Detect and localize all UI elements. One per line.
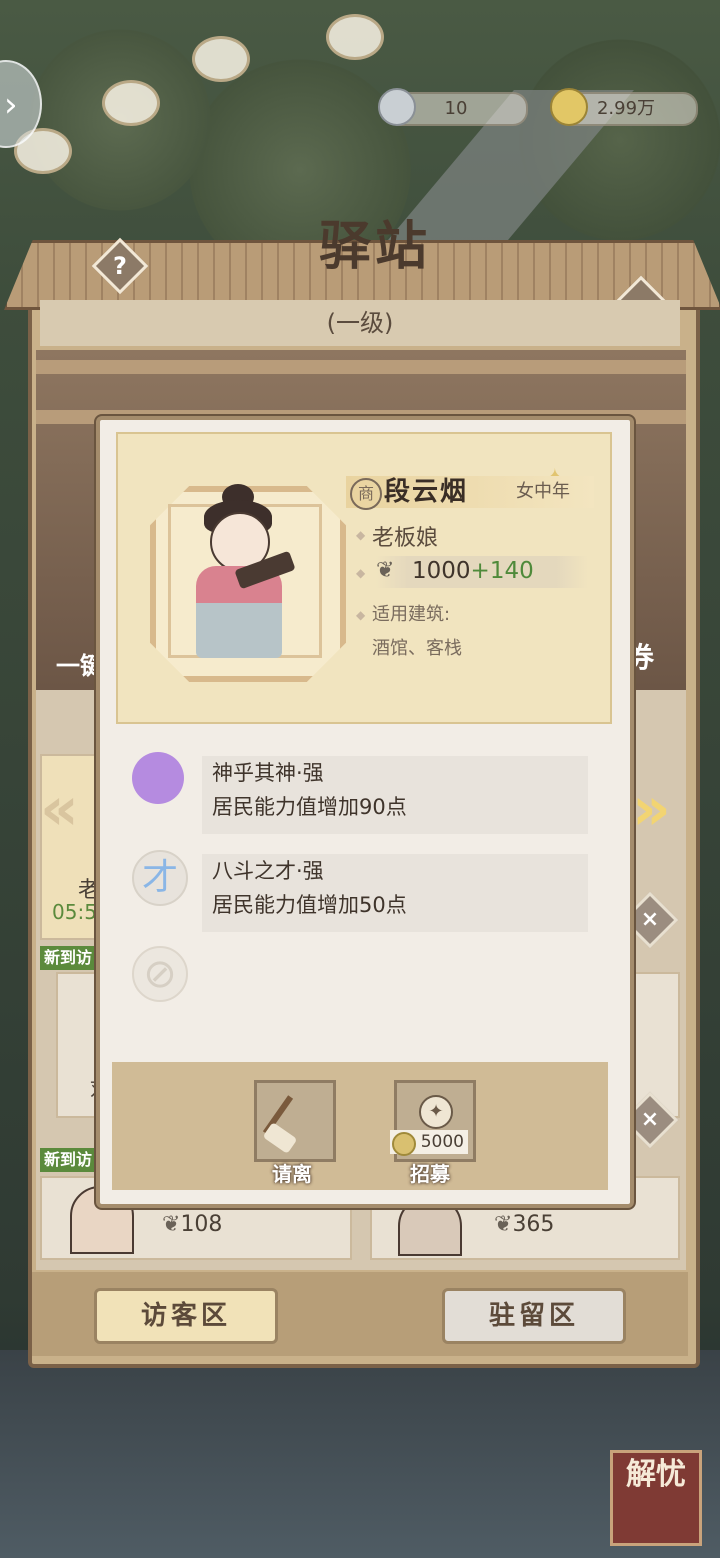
tab-stay[interactable]: 驻留区 (442, 1288, 626, 1344)
visitor-stat: ❦108 (162, 1212, 223, 1237)
silver-value: 10 (444, 98, 468, 119)
new-visitor-tag: 新到访 (40, 1148, 97, 1172)
coin-value: 2.99万 (596, 98, 656, 119)
talent-icon: 才 (132, 850, 188, 906)
skill-desc: 居民能力值增加50点 (212, 893, 407, 917)
character-name: 段云烟 (384, 477, 469, 507)
food-bubble-icon[interactable] (326, 14, 384, 60)
bullet-icon: ◆ (356, 566, 366, 580)
action-area (112, 1062, 608, 1190)
food-bubble-icon[interactable] (102, 80, 160, 126)
ability-bonus: +140 (470, 558, 534, 584)
building-value: 酒馆、客栈 (372, 638, 462, 659)
card-timer: 05:5 (52, 900, 97, 924)
coin-icon (392, 1132, 416, 1156)
heart-icon: ❦ (162, 1212, 181, 1237)
dismiss-label[interactable]: 请离 (242, 1158, 342, 1187)
tab-visitor[interactable]: 访客区 (94, 1288, 278, 1344)
dismiss-button[interactable] (254, 1080, 336, 1162)
empty-slot-icon: ⊘ (132, 946, 188, 1002)
copper-coin-icon (550, 88, 588, 126)
corner-solve-button[interactable]: 解忧 (610, 1450, 702, 1546)
bullet-icon: ◆ (356, 528, 366, 542)
skill-desc: 居民能力值增加90点 (212, 795, 407, 819)
new-visitor-tag: 新到访 (40, 946, 97, 970)
merchant-badge-icon: 商 (350, 478, 382, 510)
ability-value: 1000+140 (412, 556, 534, 586)
silver-ingot-icon (378, 88, 416, 126)
ability-heart-icon: ❦ (376, 558, 395, 583)
chevron-left-icon[interactable]: « (40, 774, 79, 844)
question-icon: ? (113, 252, 127, 280)
buddha-icon (132, 752, 184, 804)
skill-title: 八斗之才·强 (212, 859, 324, 883)
building-label: 适用建筑: (372, 604, 451, 625)
ability-base: 1000 (412, 558, 471, 584)
visitor-stat: ❦365 (494, 1212, 555, 1237)
character-occupation: 老板娘 (372, 526, 439, 551)
chevron-right-icon[interactable]: » (632, 774, 671, 844)
skill-title: 神乎其神·强 (212, 761, 324, 785)
page-title: 驿站 (318, 216, 431, 277)
skill-item: 八斗之才·强 居民能力值增加50点 (202, 854, 588, 932)
recruit-coin-icon: ✦ (419, 1095, 453, 1129)
level-label: (一级) (40, 300, 680, 346)
character-gender-age: 女中年 (516, 481, 570, 502)
heart-icon: ❦ (494, 1212, 513, 1237)
food-bubble-icon[interactable] (192, 36, 250, 82)
chevron-right-icon: › (4, 85, 18, 125)
bullet-icon: ◆ (356, 608, 366, 622)
recruit-label[interactable]: 招募 (380, 1158, 480, 1187)
skill-item: 神乎其神·强 居民能力值增加90点 (202, 756, 588, 834)
